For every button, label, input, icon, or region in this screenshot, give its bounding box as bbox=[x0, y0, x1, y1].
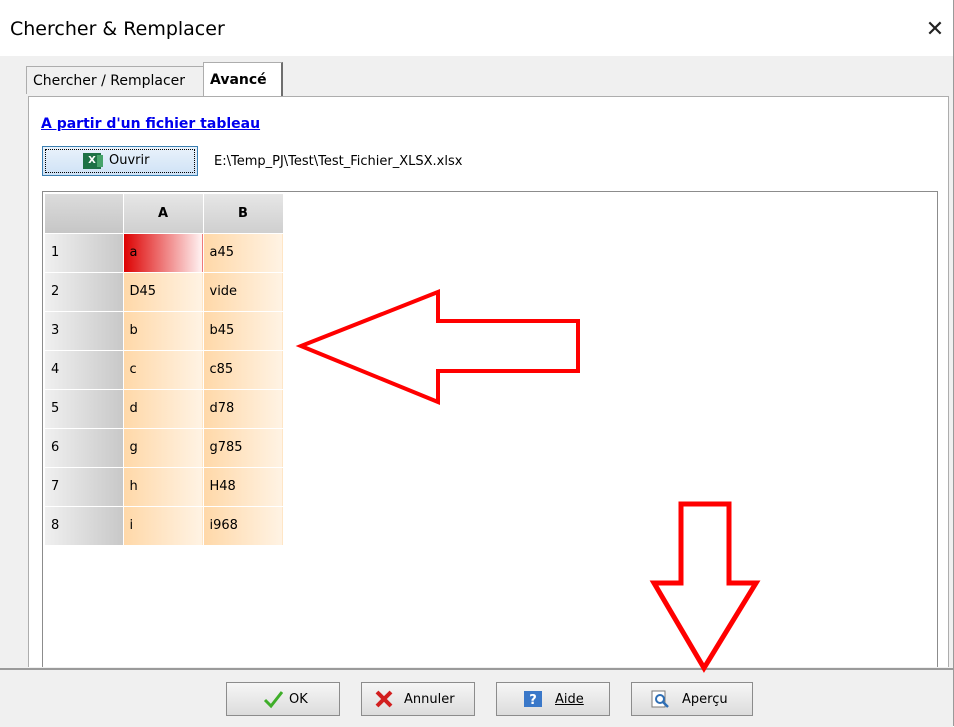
table-row: 3 b b45 bbox=[45, 310, 283, 350]
spreadsheet-grid: A B 1 a a45 2 D45 vide 3 b b45 4 c c85 5… bbox=[42, 191, 938, 667]
cell-a[interactable]: i bbox=[122, 505, 203, 545]
row-header[interactable]: 7 bbox=[45, 466, 123, 506]
row-header[interactable]: 4 bbox=[45, 349, 123, 389]
help-label: Aide bbox=[555, 692, 584, 707]
window-title: Chercher & Remplacer bbox=[10, 18, 225, 40]
cell-a[interactable]: D45 bbox=[122, 271, 203, 311]
file-path: E:\Temp_PJ\Test\Test_Fichier_XLSX.xlsx bbox=[214, 154, 463, 169]
table-row: 2 D45 vide bbox=[45, 271, 283, 311]
cell-b[interactable]: H48 bbox=[202, 466, 283, 506]
column-header-b[interactable]: B bbox=[203, 194, 284, 233]
checkmark-icon bbox=[263, 691, 283, 709]
button-bar: OK Annuler ? Aide Aperçu bbox=[0, 668, 953, 727]
dialog-window: Chercher & Remplacer ✕ Chercher / Rempla… bbox=[0, 0, 954, 727]
table-row: 8 i i968 bbox=[45, 505, 283, 545]
ok-label: OK bbox=[289, 692, 308, 707]
cell-b[interactable]: a45 bbox=[202, 232, 283, 272]
cell-a[interactable]: h bbox=[122, 466, 203, 506]
cell-b[interactable]: c85 bbox=[202, 349, 283, 389]
row-header[interactable]: 5 bbox=[45, 388, 123, 428]
cell-b[interactable]: d78 bbox=[202, 388, 283, 428]
table-row: 7 h H48 bbox=[45, 466, 283, 506]
tab-avance[interactable]: Avancé bbox=[203, 62, 283, 96]
row-header[interactable]: 8 bbox=[45, 505, 123, 545]
help-button[interactable]: ? Aide bbox=[496, 682, 610, 716]
cell-b[interactable]: i968 bbox=[202, 505, 283, 545]
preview-label: Aperçu bbox=[682, 692, 728, 707]
cell-a[interactable]: g bbox=[122, 427, 203, 467]
column-header-a[interactable]: A bbox=[123, 194, 204, 233]
table-row: 5 d d78 bbox=[45, 388, 283, 428]
row-header[interactable]: 1 bbox=[45, 232, 123, 272]
cell-b[interactable]: g785 bbox=[202, 427, 283, 467]
cell-b[interactable]: b45 bbox=[202, 310, 283, 350]
cancel-label: Annuler bbox=[404, 692, 455, 707]
open-button-label: Ouvrir bbox=[109, 153, 150, 168]
row-header[interactable]: 6 bbox=[45, 427, 123, 467]
row-header[interactable]: 3 bbox=[45, 310, 123, 350]
row-header[interactable]: 2 bbox=[45, 271, 123, 311]
table-row: 4 c c85 bbox=[45, 349, 283, 389]
open-file-button[interactable]: X Ouvrir bbox=[42, 146, 198, 176]
from-spreadsheet-link[interactable]: A partir d'un fichier tableau bbox=[41, 116, 260, 132]
cell-a[interactable]: b bbox=[122, 310, 203, 350]
cell-b[interactable]: vide bbox=[202, 271, 283, 311]
cell-a[interactable]: c bbox=[122, 349, 203, 389]
data-table: A B 1 a a45 2 D45 vide 3 b b45 4 c c85 5… bbox=[45, 194, 284, 545]
ok-button[interactable]: OK bbox=[226, 682, 340, 716]
cancel-button[interactable]: Annuler bbox=[361, 682, 475, 716]
title-bar: Chercher & Remplacer ✕ bbox=[0, 0, 953, 56]
help-icon: ? bbox=[524, 691, 542, 708]
cell-a[interactable]: d bbox=[122, 388, 203, 428]
red-x-icon bbox=[375, 690, 393, 708]
tab-chercher-remplacer[interactable]: Chercher / Remplacer bbox=[26, 66, 204, 94]
svg-text:?: ? bbox=[529, 693, 537, 708]
table-row: 6 g g785 bbox=[45, 427, 283, 467]
preview-button[interactable]: Aperçu bbox=[631, 682, 753, 716]
grid-corner[interactable] bbox=[45, 194, 124, 233]
magnifier-icon bbox=[651, 690, 669, 708]
close-icon[interactable]: ✕ bbox=[917, 10, 953, 50]
table-row: 1 a a45 bbox=[45, 232, 283, 272]
cell-a[interactable]: a bbox=[122, 232, 203, 272]
excel-icon: X bbox=[83, 153, 103, 169]
